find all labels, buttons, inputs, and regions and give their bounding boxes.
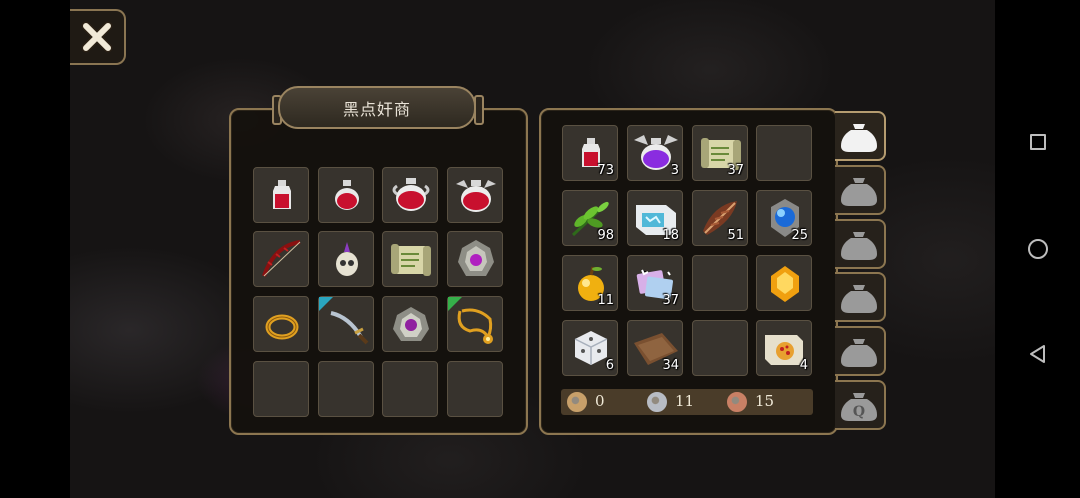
back-triangle-icon [1029,345,1045,363]
item-count: 37 [662,293,679,308]
svg-text:Q: Q [853,404,865,420]
shop-slot[interactable] [447,231,503,287]
shop-slot[interactable] [253,167,309,223]
inventory-slot[interactable] [756,125,812,181]
inventory-slot[interactable] [692,255,748,311]
item-count: 4 [799,358,808,373]
gold-necklace-icon [457,308,493,344]
currency-amount: 11 [675,392,695,410]
item-count: 6 [605,358,614,373]
item-count: 34 [662,358,679,373]
gold-coin-icon [567,392,587,412]
bag-tab[interactable] [835,165,886,215]
gem-shell-icon [458,240,494,276]
bag-icon [841,232,877,260]
gold-ring-icon [265,314,299,340]
shop-title: 黑点奸商 [278,86,476,129]
bag-icon [841,339,877,367]
home-button[interactable] [995,229,1080,269]
winged-red-potion-icon [456,180,496,212]
inventory-slot[interactable]: 98 [562,190,618,246]
inventory-slot[interactable]: 73 [562,125,618,181]
back-button[interactable] [995,334,1080,374]
bag-tab[interactable] [835,219,886,269]
bag-tab[interactable]: Q [835,380,886,430]
small-red-potion-icon [273,180,291,209]
close-button[interactable] [70,9,126,65]
currency-bar: 0 11 15 [561,389,813,415]
silver-coin-icon [647,392,667,412]
bag-tab[interactable] [835,272,886,322]
inventory-slot[interactable]: 11 [562,255,618,311]
inventory-slot[interactable]: 37 [692,125,748,181]
shop-slot[interactable] [382,231,438,287]
circle-icon [1027,239,1048,259]
inventory-slot[interactable]: 6 [562,320,618,376]
inventory-slot[interactable] [756,255,812,311]
close-icon [81,21,113,53]
recent-apps-button[interactable] [995,122,1080,162]
item-count: 3 [670,163,679,178]
shop-slot[interactable] [253,231,309,287]
inventory-slot[interactable]: 3 [627,125,683,181]
item-count: 98 [597,228,614,243]
android-nav-bar [995,0,1080,498]
shop-slot[interactable] [318,167,374,223]
inventory-slot[interactable]: 51 [692,190,748,246]
inventory-slot[interactable]: 25 [756,190,812,246]
currency-amount: 0 [595,392,605,410]
item-count: 51 [727,228,744,243]
shop-slot[interactable] [447,296,503,352]
shop-slot[interactable] [318,361,374,417]
item-count: 37 [727,163,744,178]
inventory-slot[interactable]: 18 [627,190,683,246]
item-count: 73 [597,163,614,178]
red-bow-icon [262,240,301,277]
shop-slot[interactable] [447,167,503,223]
shop-title-text: 黑点奸商 [342,99,411,119]
shop-slot[interactable] [318,231,374,287]
shop-slot[interactable] [447,361,503,417]
inventory-slot[interactable]: 37 [627,255,683,311]
bag-tab[interactable] [835,326,886,376]
gem-amulet-shell-icon [393,307,429,341]
currency-amount: 15 [755,392,775,410]
inventory-slot[interactable]: 34 [627,320,683,376]
bag-icon [841,285,877,313]
bag-tab[interactable] [835,111,886,161]
square-icon [1029,134,1046,150]
amber-gem-icon [771,266,799,302]
item-count: 11 [597,293,614,308]
curved-sword-icon [330,311,369,345]
inventory-slot[interactable] [692,320,748,376]
item-count: 18 [662,228,679,243]
bag-icon [841,124,877,152]
shop-slot[interactable] [382,167,438,223]
copper-coin-icon [727,392,747,412]
item-count: 25 [791,228,808,243]
shop-slot[interactable] [382,361,438,417]
large-red-potion-icon [392,178,430,211]
bag-icon [841,178,877,206]
red-potion-icon [335,180,359,210]
inventory-slot[interactable]: 4 [756,320,812,376]
shop-slot[interactable] [253,361,309,417]
shop-slot[interactable] [382,296,438,352]
skull-helmet-icon [336,242,358,276]
scroll-icon [391,244,431,276]
shop-slot[interactable] [318,296,374,352]
shop-slot[interactable] [253,296,309,352]
quest-bag-icon: Q [841,393,877,421]
